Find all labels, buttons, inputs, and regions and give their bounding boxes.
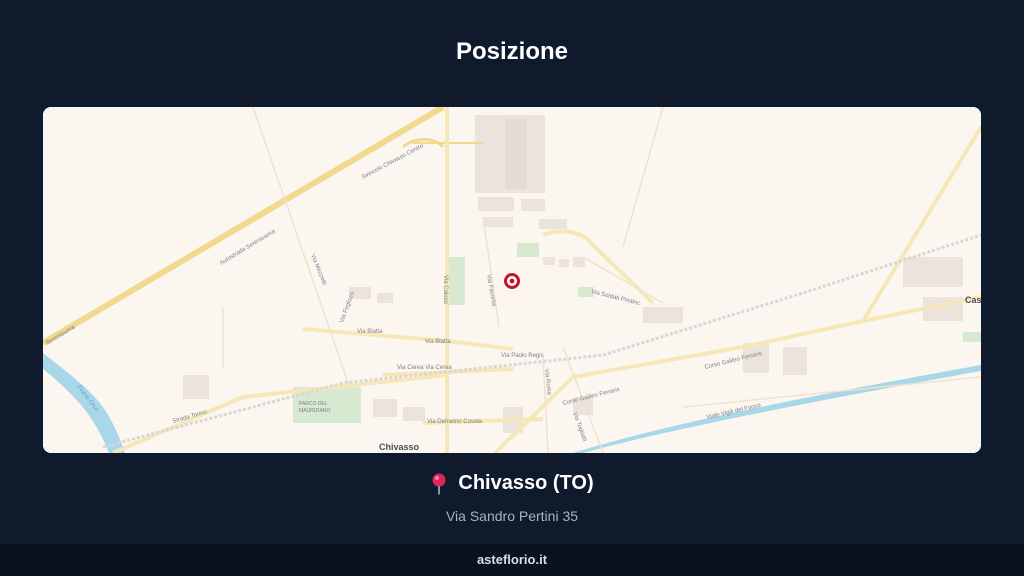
label-via-caluso: Via Caluso [442,275,448,305]
label-chivasso: Chivasso [379,442,420,452]
city-label: Chivasso (TO) [458,472,594,494]
label-via-blatta: Via Blatta [357,329,383,335]
location-marker-icon[interactable] [504,273,520,289]
map[interactable]: Autostrada Serenissima Serenissima Svinc… [43,107,981,453]
label-via-cerea: Via Cerea Via Cerea [397,365,452,371]
location-title: Chivasso (TO) [430,472,594,495]
site-name: asteflorio.it [476,552,548,567]
label-via-paolo-regis: Via Paolo Regis [501,353,544,359]
label-parco: PARCO DEL [299,401,328,407]
pushpin-icon [432,473,446,494]
label-parco-2: MAURIZIANO [299,408,331,414]
label-cast: Cast [965,295,981,305]
page-title: Posizione [455,38,569,65]
label-via-blatta-2: Via Blatta [425,339,451,345]
footer: asteflorio.it [0,544,1024,576]
location-info: Chivasso (TO) Via Sandro Pertini 35 [0,472,1024,524]
address-label: Via Sandro Pertini 35 [445,507,579,524]
label-via-demetrio: Via Demetrio Cosola [427,419,483,425]
map-canvas[interactable]: Autostrada Serenissima Serenissima Svinc… [43,107,981,453]
